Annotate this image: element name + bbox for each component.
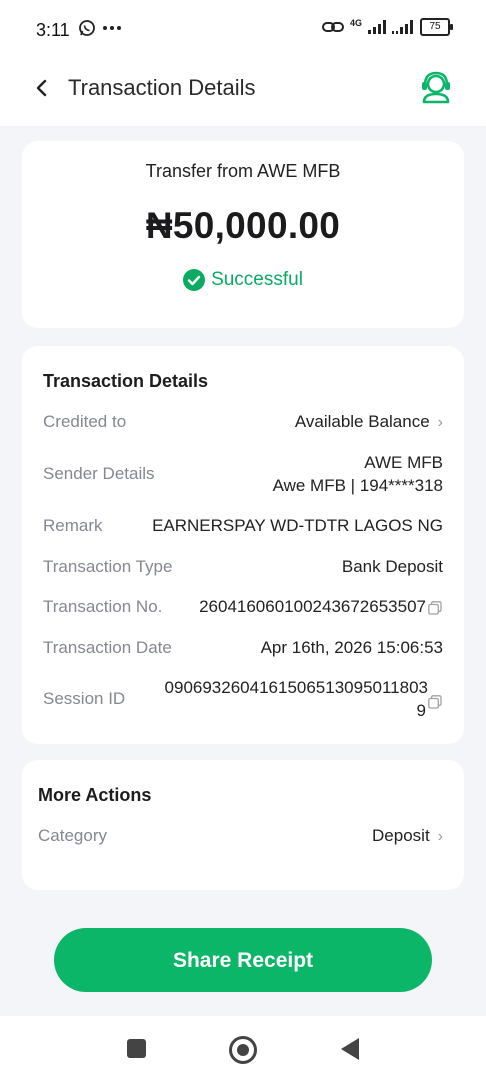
signal-icon-1 (368, 20, 386, 34)
transaction-type-value: Bank Deposit (341, 557, 443, 576)
sender-details-name: AWE MFB (364, 453, 443, 472)
network-type-label: 4G (349, 18, 362, 28)
transaction-date-value: Apr 16th, 2026 15:06:53 (260, 638, 443, 657)
details-section-title: Transaction Details (43, 371, 209, 391)
app-header: Transaction Details (0, 60, 486, 126)
status-bar: 3:11 4G 75 (0, 0, 486, 60)
signal-icon-2 (392, 20, 413, 34)
status-notification-icons (78, 19, 122, 37)
transaction-details-card: Transaction Details Credited to Availabl… (22, 346, 464, 744)
more-notifications-icon (103, 26, 121, 30)
battery-icon: 75 (420, 18, 453, 36)
transaction-no-value: 260416060100243672653507 (199, 597, 426, 616)
page-title: Transaction Details (68, 75, 256, 100)
system-navigation-bar (0, 1016, 486, 1080)
session-id-row: 9 (416, 694, 442, 721)
status-time: 3:11 (36, 20, 70, 40)
copy-session-id-icon[interactable] (428, 694, 442, 709)
customer-support-icon[interactable] (420, 70, 452, 104)
copy-transaction-no-icon[interactable] (428, 600, 442, 615)
chevron-right-icon: › (437, 414, 443, 431)
category-label: Category (38, 826, 107, 845)
transaction-no-row: 260416060100243672653507 (199, 597, 442, 617)
credited-to-link[interactable]: Available Balance › (295, 412, 443, 432)
transaction-subtitle: Transfer from AWE MFB (145, 161, 341, 181)
chevron-right-icon: › (437, 828, 443, 845)
category-value: Deposit (372, 826, 430, 845)
credited-to-value: Available Balance (294, 412, 430, 431)
sender-details-account: Awe MFB | 194****318 (272, 476, 443, 495)
transaction-amount: ₦50,000.00 (145, 205, 341, 246)
more-actions-title: More Actions (38, 785, 152, 805)
hotspot-link-icon (321, 22, 344, 32)
system-back-icon[interactable] (341, 1038, 359, 1060)
session-id-label: Session ID (43, 689, 126, 708)
status-text: Successful (211, 269, 303, 290)
more-actions-card: More Actions Category Deposit › (22, 760, 464, 890)
remark-value: EARNERSPAY WD-TDTR LAGOS NG (152, 516, 443, 535)
credited-to-label: Credited to (43, 412, 127, 431)
transaction-summary-card: Transfer from AWE MFB ₦50,000.00 Success… (22, 141, 464, 328)
transaction-type-label: Transaction Type (43, 557, 173, 576)
transaction-no-label: Transaction No. (43, 597, 163, 616)
remark-label: Remark (43, 516, 103, 535)
status-system-icons: 4G 75 (321, 18, 453, 36)
category-link[interactable]: Deposit › (372, 826, 443, 846)
status-badge: Successful (22, 269, 464, 291)
success-check-icon (183, 269, 206, 291)
transaction-date-label: Transaction Date (43, 638, 172, 657)
session-id-value-line1: 0906932604161506513095011803 (164, 678, 428, 697)
share-receipt-button[interactable]: Share Receipt (54, 928, 432, 992)
recent-apps-icon[interactable] (127, 1039, 146, 1058)
back-arrow-icon[interactable] (30, 76, 54, 100)
sender-details-label: Sender Details (43, 464, 155, 483)
home-icon[interactable] (229, 1036, 257, 1064)
session-id-value-line2: 9 (416, 701, 426, 720)
whatsapp-icon (79, 20, 95, 36)
